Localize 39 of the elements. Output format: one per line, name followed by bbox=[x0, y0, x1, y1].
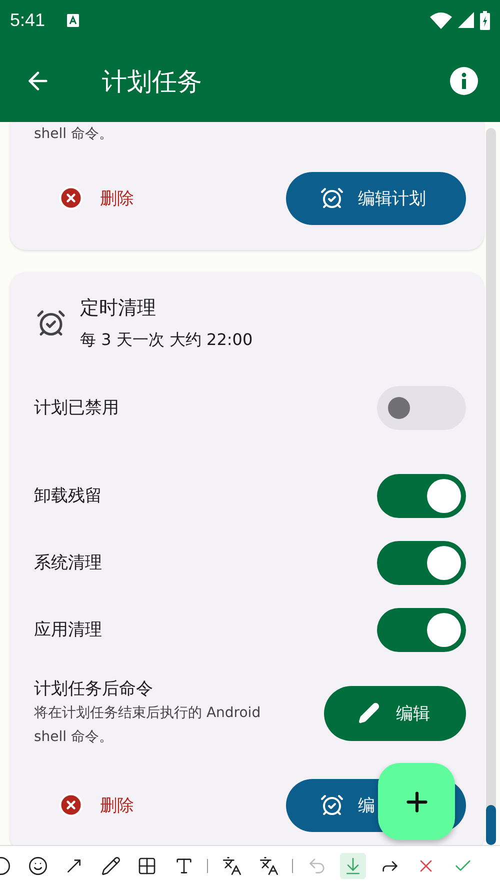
alarm-icon bbox=[320, 186, 344, 210]
undo-icon bbox=[306, 856, 327, 876]
toggle-switch[interactable] bbox=[377, 608, 466, 652]
task-schedule: 每 3 天一次 大约 22:00 bbox=[80, 329, 253, 351]
page-title: 计划任务 bbox=[102, 66, 203, 98]
setting-label: 计划已禁用 bbox=[34, 397, 119, 419]
info-icon[interactable] bbox=[450, 67, 478, 95]
add-button[interactable] bbox=[378, 763, 455, 840]
translate-icon bbox=[258, 856, 278, 876]
delete-button[interactable]: 删除 bbox=[50, 786, 142, 824]
wifi-icon bbox=[430, 12, 452, 28]
setting-label: 计划任务后命令 bbox=[34, 678, 154, 701]
delete-icon bbox=[58, 792, 84, 818]
pen-icon bbox=[100, 856, 121, 876]
status-time: 5:41 bbox=[10, 10, 46, 30]
edit-schedule-button[interactable]: 编辑计划 bbox=[286, 172, 466, 224]
setting-label: 系统清理 bbox=[34, 552, 102, 574]
pencil-icon bbox=[358, 702, 380, 724]
edit-button[interactable]: 编辑 bbox=[324, 686, 466, 740]
smiley-icon bbox=[28, 856, 48, 876]
delete-icon bbox=[58, 185, 84, 211]
grid-icon bbox=[137, 856, 158, 876]
setting-label: 应用清理 bbox=[34, 619, 102, 641]
command-description: shell 命令。 bbox=[34, 125, 114, 144]
battery-icon bbox=[480, 10, 490, 30]
alarm-icon bbox=[320, 793, 344, 817]
signal-icon bbox=[458, 12, 474, 28]
setting-label: 卸载残留 bbox=[34, 485, 102, 507]
toggle-switch[interactable] bbox=[377, 386, 466, 430]
download-button[interactable] bbox=[340, 853, 366, 879]
task-title: 定时清理 bbox=[80, 296, 157, 321]
alarm-icon bbox=[36, 308, 66, 338]
translate-icon bbox=[222, 856, 242, 876]
text-icon bbox=[174, 856, 194, 876]
command-description: 将在计划任务结束后执行的 Android shell 命令。 bbox=[34, 704, 262, 747]
toggle-switch[interactable] bbox=[377, 474, 466, 518]
toggle-switch[interactable] bbox=[377, 540, 466, 584]
delete-button[interactable]: 删除 bbox=[50, 179, 142, 217]
notification-icon bbox=[67, 14, 80, 26]
